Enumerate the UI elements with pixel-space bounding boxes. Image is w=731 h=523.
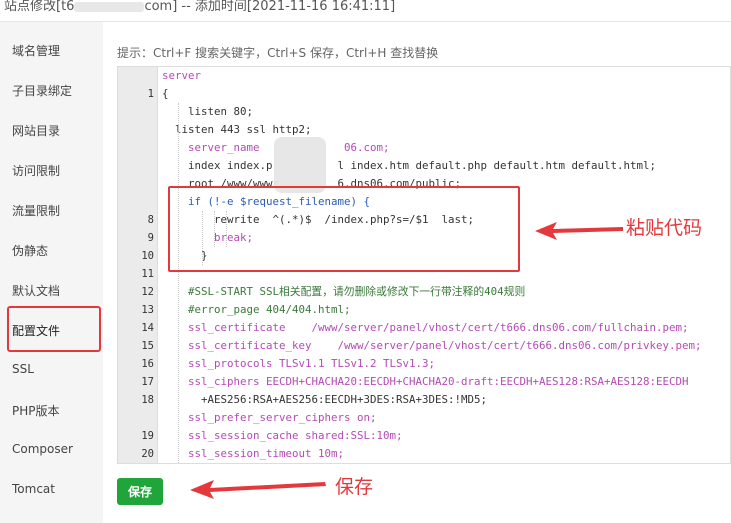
sidebar-item-php-version[interactable]: PHP版本	[12, 402, 60, 419]
arrow-icon	[535, 222, 623, 240]
code-line: 15 ssl_certificate /www/server/panel/vho…	[118, 319, 730, 352]
code-text: server	[162, 69, 202, 82]
code-text: #error_page 404/404.html;	[162, 303, 351, 316]
title-prefix: 站点修改[t6	[4, 0, 75, 14]
redaction-blur	[274, 137, 326, 193]
title-suffix: com] -- 添加时间[2021-11-16 16:41:11]	[144, 0, 396, 14]
indent-guide	[178, 103, 179, 463]
code-text: ssl_session_cache shared:SSL:10m;	[162, 429, 403, 442]
sidebar-item-access-limit[interactable]: 访问限制	[12, 162, 60, 179]
sidebar-item-ssl[interactable]: SSL	[12, 362, 34, 376]
code-text: {	[162, 87, 169, 100]
sidebar-item-tomcat[interactable]: Tomcat	[12, 482, 55, 496]
arrow-icon	[190, 480, 326, 499]
code-line: 1 server	[118, 67, 730, 100]
code-line: listen 443 ssl http2;	[118, 121, 730, 139]
code-text: +AES256:RSA+AES256:EECDH+3DES:RSA+3DES:!…	[162, 393, 488, 406]
code-line: {	[118, 85, 730, 103]
code-text: #SSL-START SSL相关配置，请勿删除或修改下一行带注释的404规则	[162, 285, 526, 298]
code-text: ssl_ciphers EECDH+CHACHA20:EECDH+CHACHA2…	[162, 375, 689, 388]
code-line: listen 80;	[118, 103, 730, 121]
code-text: ssl_protocols TLSv1.1 TLSv1.2 TLSv1.3;	[162, 357, 436, 370]
code-line: index index.p l index.htm default.php de…	[118, 157, 730, 175]
code-text: ssl_certificate /www/server/panel/vhost/…	[162, 321, 689, 334]
code-line: 21 ssl_session_timeout 10m;	[118, 445, 730, 464]
line-number: 21	[118, 463, 154, 464]
code-text: ssl_prefer_server_ciphers on;	[162, 411, 377, 424]
code-text: ssl_certificate_key /www/server/panel/vh…	[162, 339, 702, 352]
code-line: 17 ssl_protocols TLSv1.1 TLSv1.2 TLSv1.3…	[118, 355, 730, 388]
code-line: 19 ssl_prefer_server_ciphers on;	[118, 409, 730, 442]
sidebar-item-composer[interactable]: Composer	[12, 442, 73, 456]
code-line: 16 ssl_certificate_key /www/server/panel…	[118, 337, 730, 370]
sidebar-item-site-dir[interactable]: 网站目录	[12, 122, 60, 139]
annotation-save: 保存	[335, 476, 374, 498]
code-line: server_name 06.com;	[118, 139, 730, 157]
sidebar: 域名管理 子目录绑定 网站目录 访问限制 流量限制 伪静态 默认文档 配置文件 …	[0, 22, 103, 523]
code-text: index index.p l index.htm default.php de…	[162, 159, 657, 172]
window-title: 站点修改[t6 com] -- 添加时间[2021-11-16 16:41:11]	[0, 0, 731, 22]
shortcut-hint: 提示：Ctrl+F 搜索关键字，Ctrl+S 保存，Ctrl+H 查找替换	[117, 46, 439, 60]
save-button[interactable]: 保存	[117, 478, 163, 505]
code-line: 20 ssl_session_cache shared:SSL:10m;	[118, 427, 730, 460]
highlight-box-pasted-code	[168, 186, 520, 272]
sidebar-item-traffic-limit[interactable]: 流量限制	[12, 202, 60, 219]
code-text: listen 80;	[162, 105, 254, 118]
code-line: +AES256:RSA+AES256:EECDH+3DES:RSA+3DES:!…	[118, 391, 730, 409]
sidebar-item-default-doc[interactable]: 默认文档	[12, 282, 60, 299]
highlight-box-config-file	[7, 306, 101, 352]
annotation-paste-code: 粘贴代码	[626, 217, 703, 239]
sidebar-item-subdir[interactable]: 子目录绑定	[12, 82, 72, 99]
sidebar-item-rewrite[interactable]: 伪静态	[12, 242, 48, 259]
sidebar-item-domain[interactable]: 域名管理	[12, 42, 60, 59]
redacted-domain	[74, 1, 145, 12]
code-line: 18 ssl_ciphers EECDH+CHACHA20:EECDH+CHAC…	[118, 373, 730, 406]
code-text: ssl_session_timeout 10m;	[162, 447, 345, 460]
code-line: 14 #error_page 404/404.html;	[118, 301, 730, 334]
code-line: 13 #SSL-START SSL相关配置，请勿删除或修改下一行带注释的404规…	[118, 283, 730, 316]
